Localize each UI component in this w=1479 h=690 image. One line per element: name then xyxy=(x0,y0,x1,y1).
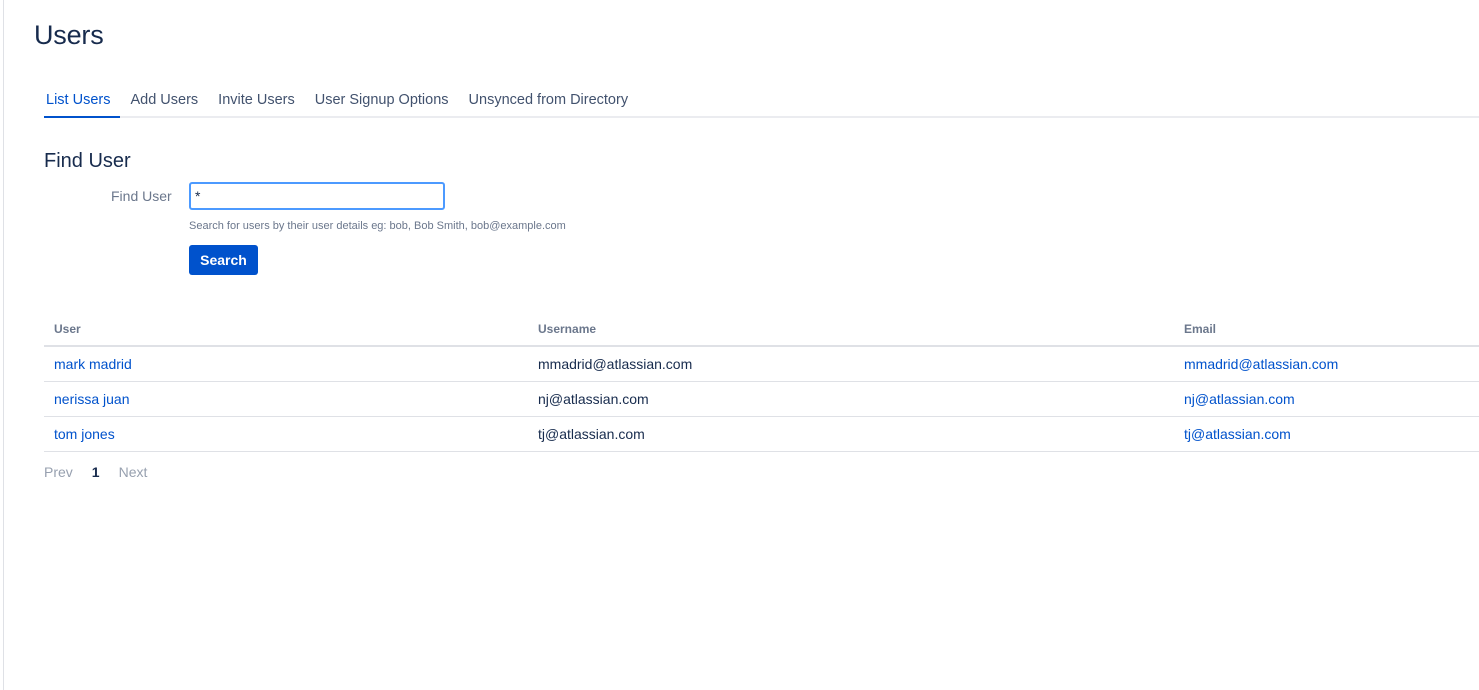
email-link[interactable]: nj@atlassian.com xyxy=(1184,391,1295,407)
table-row: nerissa juan nj@atlassian.com nj@atlassi… xyxy=(44,381,1479,417)
find-user-heading: Find User xyxy=(44,150,131,172)
find-user-label: Find User xyxy=(111,188,172,204)
column-header-email[interactable]: Email xyxy=(1174,312,1479,347)
tab-bar: List Users Add Users Invite Users User S… xyxy=(44,90,1479,118)
username-cell: tj@atlassian.com xyxy=(528,416,1174,452)
users-table: User Username Email mark madrid mmadrid@… xyxy=(44,312,1479,452)
tab-add-users[interactable]: Add Users xyxy=(120,90,208,116)
user-link[interactable]: tom jones xyxy=(54,426,115,442)
email-link[interactable]: mmadrid@atlassian.com xyxy=(1184,356,1338,372)
search-button[interactable]: Search xyxy=(189,245,258,275)
pagination: Prev 1 Next xyxy=(44,464,166,480)
tab-unsynced-from-directory[interactable]: Unsynced from Directory xyxy=(459,90,639,116)
tab-user-signup-options[interactable]: User Signup Options xyxy=(305,90,459,116)
pagination-prev: Prev xyxy=(44,464,73,480)
email-link[interactable]: tj@atlassian.com xyxy=(1184,426,1291,442)
find-user-hint: Search for users by their user details e… xyxy=(189,220,566,232)
column-header-username[interactable]: Username xyxy=(528,312,1174,347)
pagination-current-page: 1 xyxy=(91,464,100,480)
user-link[interactable]: nerissa juan xyxy=(54,391,130,407)
table-row: tom jones tj@atlassian.com tj@atlassian.… xyxy=(44,416,1479,452)
username-cell: nj@atlassian.com xyxy=(528,381,1174,417)
column-header-user[interactable]: User xyxy=(44,312,528,347)
table-header-row: User Username Email xyxy=(44,312,1479,347)
users-admin-page: Users List Users Add Users Invite Users … xyxy=(0,0,1479,690)
page-title: Users xyxy=(34,20,104,50)
pagination-next: Next xyxy=(118,464,148,480)
table-row: mark madrid mmadrid@atlassian.com mmadri… xyxy=(44,346,1479,382)
tab-list-users[interactable]: List Users xyxy=(44,90,121,118)
username-cell: mmadrid@atlassian.com xyxy=(528,346,1174,382)
sidebar-divider xyxy=(3,0,4,690)
find-user-input[interactable] xyxy=(189,182,445,210)
tab-invite-users[interactable]: Invite Users xyxy=(208,90,305,116)
user-link[interactable]: mark madrid xyxy=(54,356,132,372)
